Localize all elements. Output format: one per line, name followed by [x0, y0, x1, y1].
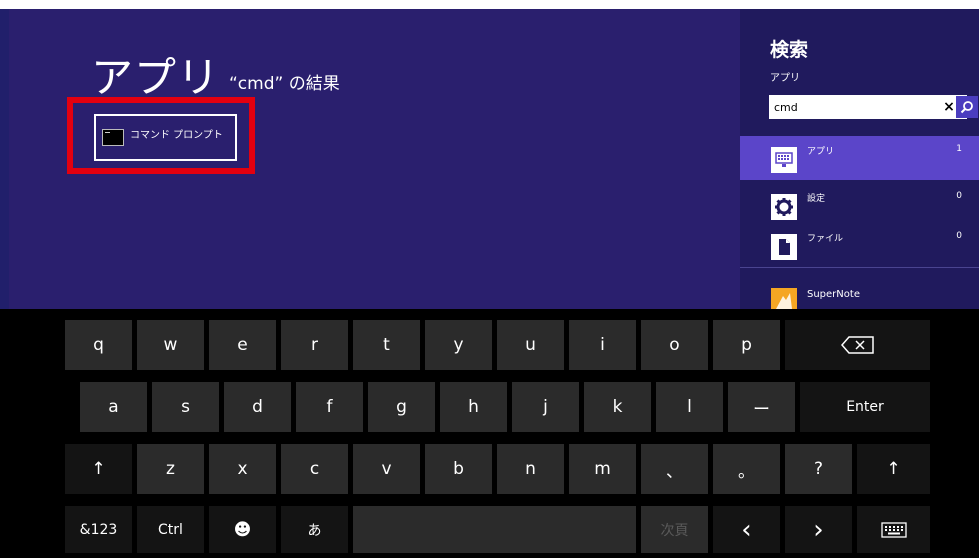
key-d[interactable]: d: [224, 382, 291, 432]
key-h[interactable]: h: [440, 382, 507, 432]
category-count: 1: [956, 144, 962, 154]
backspace-key[interactable]: [785, 320, 930, 370]
divider: [740, 267, 979, 268]
category-apps[interactable]: アプリ 1: [740, 136, 979, 180]
search-box: ×: [769, 95, 978, 119]
category-count: 0: [956, 231, 962, 241]
key-n[interactable]: n: [497, 444, 564, 494]
key-w[interactable]: w: [137, 320, 204, 370]
category-label: 設定: [807, 194, 826, 204]
query-label: “cmd” の結果: [229, 74, 340, 94]
ctrl-key[interactable]: Ctrl: [137, 506, 204, 553]
key-l[interactable]: l: [656, 382, 723, 432]
key-j[interactable]: j: [512, 382, 579, 432]
key-e[interactable]: e: [209, 320, 276, 370]
search-input[interactable]: [774, 98, 924, 116]
key-r[interactable]: r: [281, 320, 348, 370]
keyboard-layout-icon: [880, 521, 907, 538]
touch-keyboard: q w e r t y u i o p a s d f g h j k l ー …: [0, 309, 979, 558]
next-page-key[interactable]: 次頁: [641, 506, 708, 553]
app-item-label: SuperNote: [807, 289, 860, 300]
key-x[interactable]: x: [209, 444, 276, 494]
enter-key[interactable]: Enter: [800, 382, 930, 432]
search-scope[interactable]: アプリ: [770, 69, 800, 84]
key-y[interactable]: y: [425, 320, 492, 370]
command-prompt-icon: [102, 129, 124, 146]
kana-key[interactable]: あ: [281, 506, 348, 553]
backspace-icon: [840, 336, 874, 354]
results-panel: アプリ “cmd” の結果 コマンド プロンプト: [9, 9, 740, 309]
key-i[interactable]: i: [569, 320, 636, 370]
key-long-vowel[interactable]: ー: [728, 382, 795, 432]
key-comma[interactable]: 、: [641, 444, 708, 494]
search-icon: [960, 101, 973, 114]
category-count: 0: [956, 191, 962, 201]
screen: アプリ “cmd” の結果 コマンド プロンプト 検索 アプリ ×: [0, 0, 979, 558]
clear-search-icon[interactable]: ×: [942, 96, 956, 118]
key-b[interactable]: b: [425, 444, 492, 494]
key-p[interactable]: p: [713, 320, 780, 370]
file-icon: [771, 234, 797, 260]
cursor-right-key[interactable]: ›: [785, 506, 852, 553]
key-question[interactable]: ?: [785, 444, 852, 494]
key-q[interactable]: q: [65, 320, 132, 370]
key-z[interactable]: z: [137, 444, 204, 494]
emoji-key[interactable]: ☻: [209, 506, 276, 553]
category-settings[interactable]: 設定 0: [740, 183, 979, 227]
category-files[interactable]: ファイル 0: [740, 223, 979, 267]
symbols-key[interactable]: &123: [65, 506, 132, 553]
key-f[interactable]: f: [296, 382, 363, 432]
key-t[interactable]: t: [353, 320, 420, 370]
category-label: ファイル: [807, 234, 844, 244]
apps-icon: [771, 147, 797, 173]
key-s[interactable]: s: [152, 382, 219, 432]
key-k[interactable]: k: [584, 382, 651, 432]
key-c[interactable]: c: [281, 444, 348, 494]
cursor-left-key[interactable]: ‹: [713, 506, 780, 553]
key-m[interactable]: m: [569, 444, 636, 494]
shift-right-key[interactable]: ↑: [857, 444, 930, 494]
page-title: アプリ: [91, 53, 221, 102]
category-label: アプリ: [807, 147, 835, 157]
key-g[interactable]: g: [368, 382, 435, 432]
search-button[interactable]: [956, 96, 978, 118]
result-tile-command-prompt[interactable]: コマンド プロンプト: [94, 114, 237, 161]
top-strip: [0, 0, 979, 9]
result-tile-label: コマンド プロンプト: [130, 130, 223, 141]
key-v[interactable]: v: [353, 444, 420, 494]
search-charm: 検索 アプリ ×: [740, 9, 979, 314]
key-a[interactable]: a: [80, 382, 147, 432]
charm-title: 検索: [770, 39, 809, 61]
key-period[interactable]: 。: [713, 444, 780, 494]
key-u[interactable]: u: [497, 320, 564, 370]
keyboard-layout-key[interactable]: [857, 506, 930, 553]
key-o[interactable]: o: [641, 320, 708, 370]
app-item-supernote[interactable]: SuperNote: [740, 281, 979, 314]
settings-gear-icon: [771, 194, 797, 220]
shift-left-key[interactable]: ↑: [65, 444, 132, 494]
space-key[interactable]: [353, 506, 636, 553]
